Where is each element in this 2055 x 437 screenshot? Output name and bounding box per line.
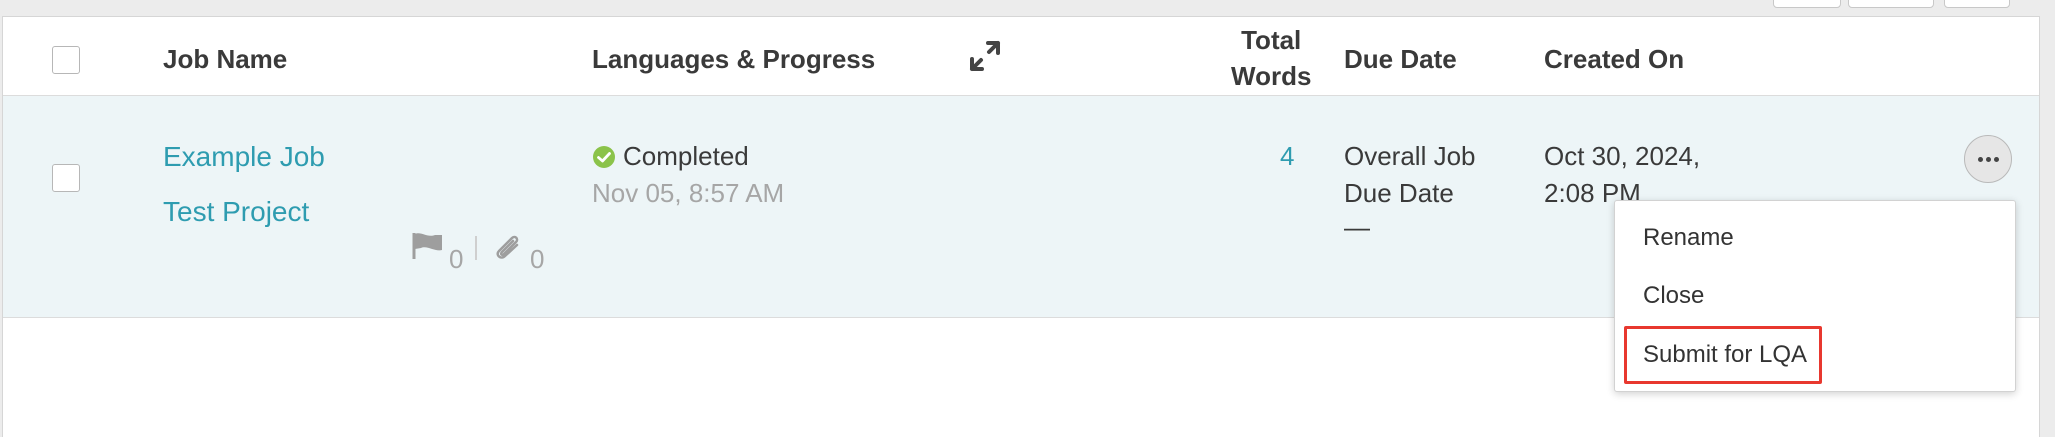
toolbar-button-1[interactable]: [1773, 0, 1841, 8]
highlight-box: [1624, 326, 1822, 384]
header-job-name[interactable]: Job Name: [163, 44, 287, 75]
due-date-line2: Due Date: [1344, 178, 1454, 208]
attachment-count: 0: [530, 244, 545, 274]
header-languages-progress[interactable]: Languages & Progress: [592, 44, 875, 75]
flag-icon[interactable]: [411, 231, 445, 261]
toolbar-button-3[interactable]: [1944, 0, 2010, 8]
check-circle-icon: [593, 146, 615, 168]
header-total-words-line2: Words: [1231, 61, 1312, 91]
project-name-link[interactable]: Test Project: [163, 196, 309, 228]
select-all-checkbox[interactable]: [52, 46, 80, 74]
header-due-date[interactable]: Due Date: [1344, 44, 1457, 75]
toolbar-button-2[interactable]: [1848, 0, 1934, 8]
total-words-link[interactable]: 4: [1280, 141, 1294, 172]
status-date: Nov 05, 8:57 AM: [592, 178, 785, 208]
ellipsis-icon: [1977, 156, 1999, 162]
header-total-words-line1: Total: [1241, 25, 1302, 55]
due-date-value: —: [1344, 212, 1370, 242]
menu-item-close[interactable]: Close: [1643, 282, 1704, 310]
created-on-line1: Oct 30, 2024,: [1544, 141, 1701, 171]
menu-item-rename[interactable]: Rename: [1643, 224, 1734, 252]
expand-arrows-icon[interactable]: [968, 39, 1002, 73]
header-total-words[interactable]: Total Words: [1231, 22, 1311, 94]
job-name-link[interactable]: Example Job: [163, 141, 325, 173]
row-checkbox[interactable]: [52, 164, 80, 192]
flag-count: 0: [449, 244, 464, 274]
count-divider: [475, 236, 477, 260]
table-header: Job Name Languages & Progress Total Word…: [3, 17, 2039, 96]
due-date-line1: Overall Job: [1344, 141, 1476, 171]
row-actions-button[interactable]: [1964, 135, 2012, 183]
header-created-on[interactable]: Created On: [1544, 44, 1684, 75]
status-label: Completed: [623, 141, 749, 171]
paperclip-icon[interactable]: [493, 229, 523, 261]
